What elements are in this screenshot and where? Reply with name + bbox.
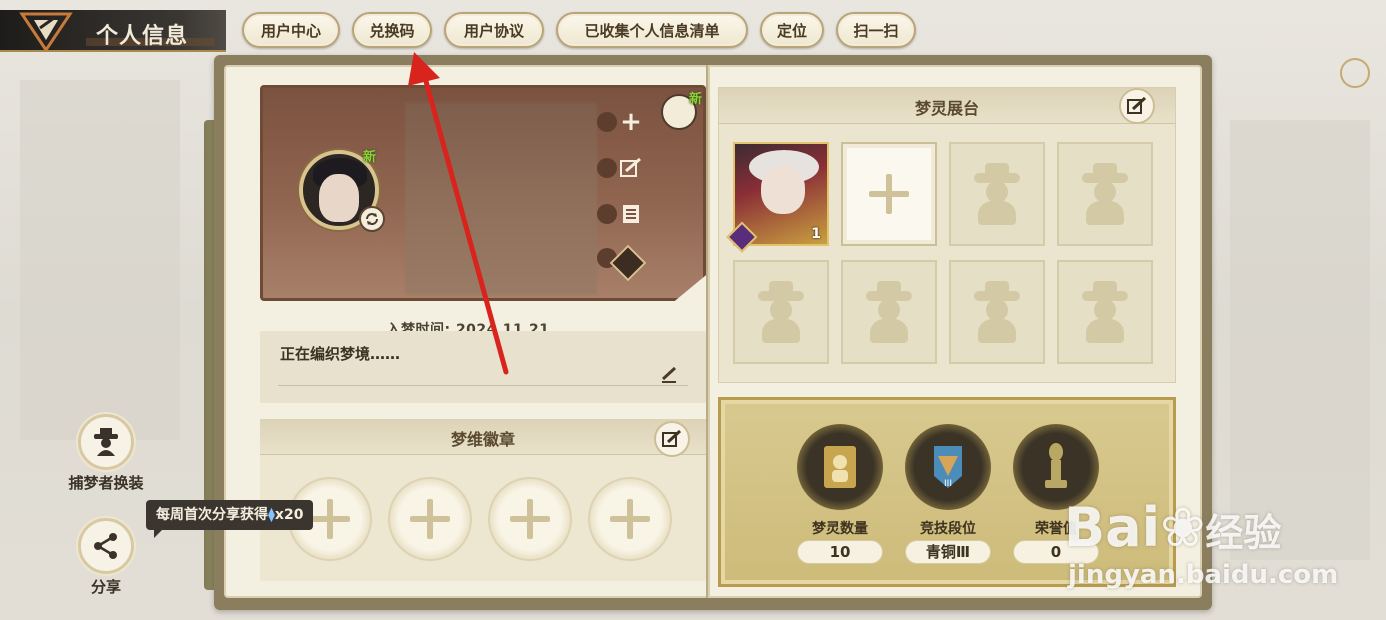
add-badge-icon (410, 499, 450, 539)
row-dot (597, 112, 617, 132)
watermark-url: jingyan.baidu.com (1068, 560, 1339, 590)
add-badge-icon (310, 499, 350, 539)
tab-scan[interactable]: 扫一扫 (836, 12, 916, 48)
tab-user-agreement[interactable]: 用户协议 (444, 12, 544, 48)
add-badge-icon (510, 499, 550, 539)
outfit-button[interactable] (78, 414, 134, 470)
badge-panel-header: 梦维徽章 (260, 419, 706, 455)
character-level: 1 (811, 226, 821, 242)
locked-slot[interactable] (1057, 142, 1153, 246)
row-dot (597, 204, 617, 224)
spirit-count-medal-icon[interactable] (797, 424, 883, 510)
rank-medal-icon[interactable]: III (905, 424, 991, 510)
badge-panel: 梦维徽章 (260, 419, 706, 581)
share-reward-tooltip: 每周首次分享获得⧫x20 (146, 500, 314, 538)
top-tab-bar: 用户中心 兑换码 用户协议 已收集个人信息清单 定位 扫一扫 (242, 12, 916, 48)
display-panel-title: 梦灵展台 (914, 99, 979, 118)
spirit-count-label: 梦灵数量 (812, 521, 868, 537)
upgrade-icon[interactable] (609, 244, 647, 282)
document-icon[interactable] (617, 200, 645, 228)
avatar-new-badge: 新 (363, 150, 377, 165)
silhouette-icon (754, 281, 808, 343)
tab-location[interactable]: 定位 (760, 12, 824, 48)
refresh-icon[interactable] (359, 206, 385, 232)
element-gem-icon (726, 221, 758, 253)
edit-name-icon[interactable] (617, 154, 645, 182)
watermark-brand-text: Bai (1064, 496, 1161, 559)
signature-underline (278, 385, 688, 386)
rank-label: 竞技段位 (920, 521, 976, 537)
profile-card: 新 + 新 (260, 85, 706, 301)
badge-slot[interactable] (388, 477, 472, 561)
paw-icon: ❀ (1160, 496, 1206, 559)
share-label: 分享 (90, 578, 121, 596)
tab-user-center[interactable]: 用户中心 (242, 12, 340, 48)
badge-slot[interactable] (588, 477, 672, 561)
pencil-icon[interactable] (660, 365, 678, 383)
locked-slot[interactable] (841, 260, 937, 364)
background-building-left (20, 80, 180, 440)
badge-slot[interactable] (488, 477, 572, 561)
profile-book: 新 + 新 入梦时间: 2024.11.21 正在编织梦境…… 梦维徽章 梦灵展… (214, 55, 1212, 610)
background-building-right (1230, 120, 1370, 560)
page-header: 个人信息 (0, 10, 226, 52)
crystal-icon: ⧫ (268, 507, 275, 523)
page-title: 个人信息 (96, 24, 189, 49)
watermark-brand: Bai❀经验 (1064, 496, 1281, 559)
tooltip-text: 每周首次分享获得 (156, 507, 268, 523)
dreamcatcher-outfit-icon (94, 428, 118, 456)
edit-display-icon[interactable] (1119, 88, 1155, 124)
back-logo-icon[interactable] (18, 10, 74, 52)
silhouette-icon (970, 281, 1024, 343)
avatar-face (319, 174, 359, 222)
edit-badges-icon[interactable] (654, 421, 690, 457)
badge-panel-title: 梦维徽章 (450, 430, 515, 449)
silhouette-icon (970, 163, 1024, 225)
signature-box[interactable]: 正在编织梦境…… (260, 331, 706, 403)
dream-spirit-display: 梦灵展台 1 (718, 87, 1176, 383)
tab-collected-info-list[interactable]: 已收集个人信息清单 (556, 12, 748, 48)
rank-value: 青铜Ⅲ (905, 540, 991, 564)
decorative-circle-icon (1340, 58, 1370, 88)
outfit-label: 捕梦者换装 (68, 474, 144, 492)
locked-slot[interactable] (733, 260, 829, 364)
character-slot[interactable]: 1 (726, 142, 829, 253)
row-dot (597, 158, 617, 178)
add-badge-icon (610, 499, 650, 539)
spirit-count-value: 10 (797, 540, 883, 564)
watermark-brand-cn: 经验 (1205, 511, 1282, 555)
signature-text: 正在编织梦境…… (280, 345, 401, 363)
add-icon[interactable]: + (617, 107, 645, 137)
display-panel-header: 梦灵展台 (719, 88, 1175, 124)
locked-slot[interactable] (949, 260, 1045, 364)
locked-slot[interactable] (1057, 260, 1153, 364)
silhouette-icon (1078, 163, 1132, 225)
add-spirit-icon (869, 174, 909, 214)
shirt-new-badge: 新 (689, 92, 703, 107)
add-spirit-slot[interactable] (841, 142, 937, 246)
share-icon (94, 533, 117, 559)
silhouette-icon (862, 281, 916, 343)
tooltip-reward: x20 (274, 507, 304, 523)
tab-redeem-code[interactable]: 兑换码 (352, 12, 432, 48)
locked-slot[interactable] (949, 142, 1045, 246)
silhouette-icon (1078, 281, 1132, 343)
svg-text:III: III (944, 479, 952, 489)
share-button[interactable] (78, 518, 134, 574)
character-face (761, 166, 805, 214)
blurred-user-info (405, 102, 597, 294)
